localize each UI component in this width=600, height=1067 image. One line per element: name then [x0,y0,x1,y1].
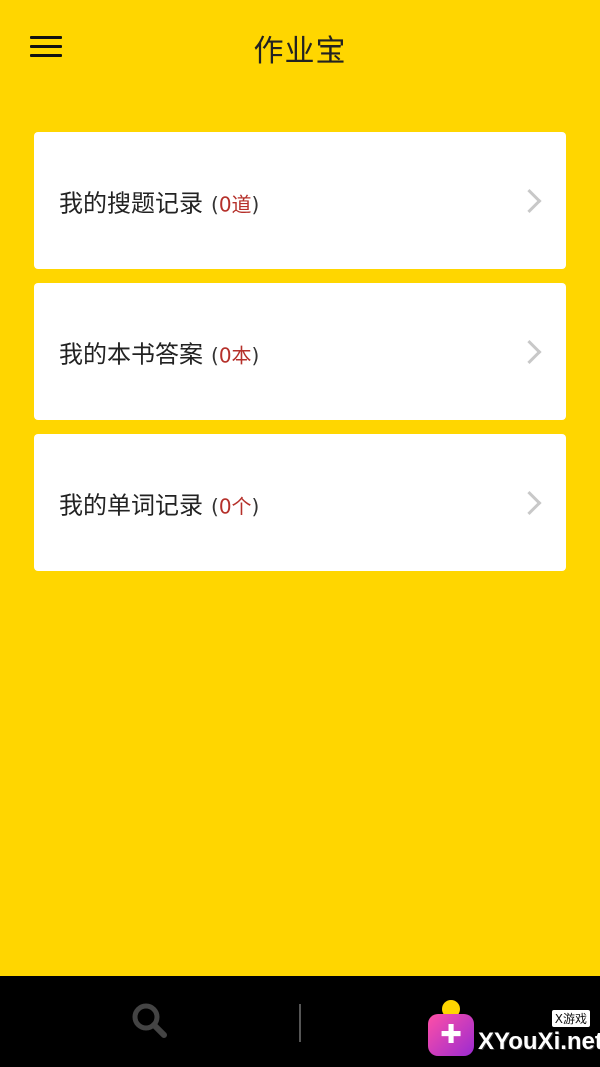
card-title: 我的单词记录 [59,491,203,519]
chevron-right-icon [517,188,542,213]
card-title: 我的搜题记录 [59,189,203,217]
search-tab[interactable] [120,996,180,1046]
watermark: ✚ X游戏 XYouXi.net [428,1006,600,1062]
card-title: 我的本书答案 [59,340,203,368]
card-label: 我的搜题记录 (0道) [59,189,260,217]
chevron-right-icon [517,490,542,515]
card-label: 我的本书答案 (0本) [59,340,260,368]
watermark-text: XYouXi.net [478,1028,600,1055]
search-icon [132,1003,167,1038]
record-count: 0个 [218,494,252,518]
nav-divider [299,1004,301,1042]
chevron-right-icon [517,339,542,364]
page-title: 作业宝 [253,34,347,69]
record-count: 0道 [218,192,252,216]
app-header: 作业宝 [0,0,600,100]
watermark-cn-text: X游戏 [551,1010,590,1027]
watermark-logo: ✚ [428,1014,474,1056]
record-count: 0本 [218,343,252,367]
book-answer-card[interactable]: 我的本书答案 (0本) [34,283,566,420]
search-record-card[interactable]: 我的搜题记录 (0道) [34,132,566,269]
word-record-card[interactable]: 我的单词记录 (0个) [34,434,566,571]
card-label: 我的单词记录 (0个) [59,491,260,519]
